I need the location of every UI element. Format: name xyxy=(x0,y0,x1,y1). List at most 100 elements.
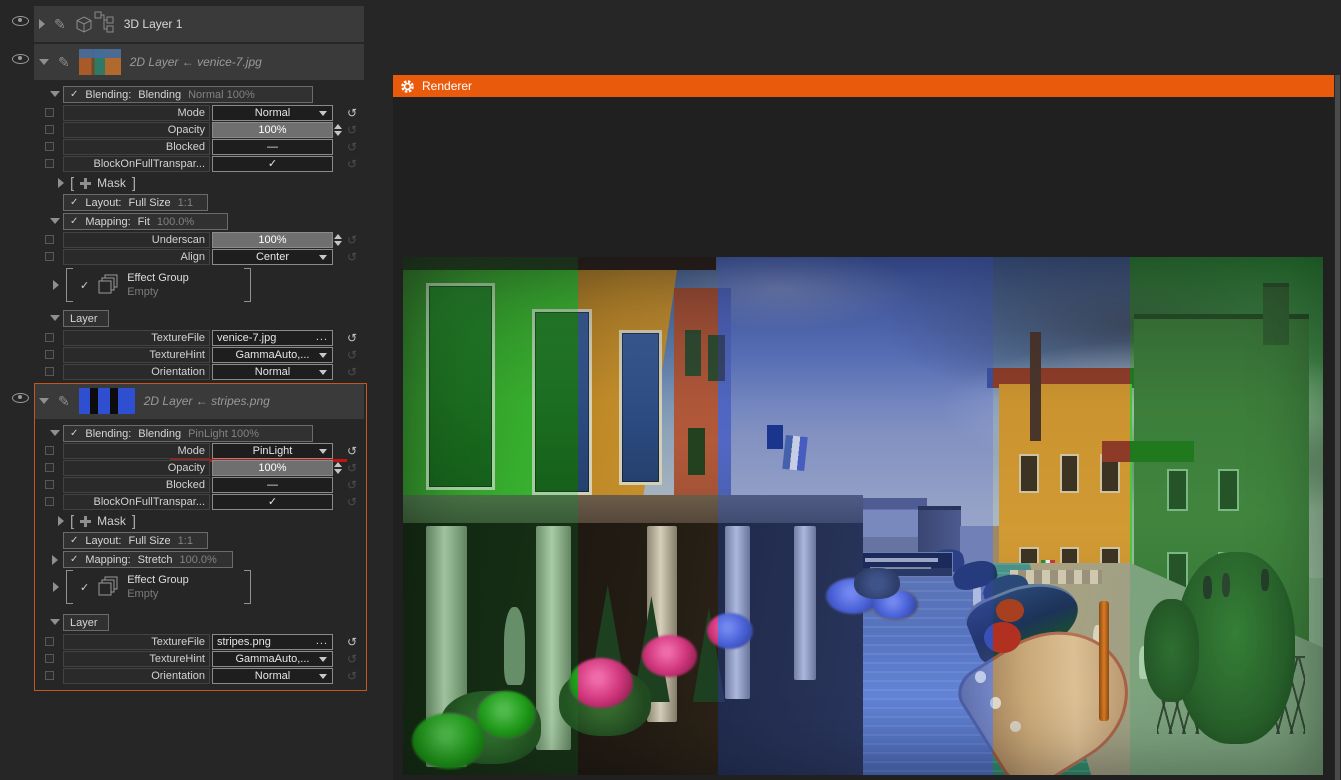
animate-checkbox[interactable] xyxy=(45,671,54,680)
underscan-slider-field[interactable]: 100% xyxy=(212,232,333,248)
chevron-down-icon xyxy=(319,674,327,679)
effect-group[interactable]: ✓ Effect Group Empty xyxy=(53,268,251,302)
collapse-down-icon[interactable] xyxy=(50,218,60,224)
visibility-eye-icon[interactable] xyxy=(12,13,29,27)
visibility-eye-icon[interactable] xyxy=(12,390,29,404)
browse-button[interactable]: ... xyxy=(316,635,328,648)
texturefile-field[interactable]: stripes.png... xyxy=(212,634,333,650)
value-stepper[interactable] xyxy=(334,124,342,136)
blocked-field[interactable]: — xyxy=(212,139,333,155)
renderer-header[interactable]: Renderer xyxy=(393,75,1334,97)
edit-pencil-icon[interactable]: ✎ xyxy=(58,394,70,408)
group-label: Layout: xyxy=(85,535,121,547)
texturefile-field[interactable]: venice-7.jpg... xyxy=(212,330,333,346)
blocked-field[interactable]: — xyxy=(212,477,333,493)
reset-button[interactable]: ↺ xyxy=(347,494,357,510)
animate-checkbox[interactable] xyxy=(45,446,54,455)
animate-checkbox[interactable] xyxy=(45,333,54,342)
texturehint-dropdown[interactable]: GammaAuto,... xyxy=(212,651,333,667)
collapse-right-icon[interactable] xyxy=(58,516,64,526)
collapse-right-icon[interactable] xyxy=(58,178,64,188)
value-stepper[interactable] xyxy=(334,462,342,474)
layer-row-stripes[interactable]: ✎ 2D Layer ← stripes.png xyxy=(34,383,364,419)
checkbox-field[interactable]: ✓ xyxy=(212,156,333,172)
reset-button[interactable]: ↺ xyxy=(347,477,357,493)
animate-checkbox[interactable] xyxy=(45,654,54,663)
layer-section-header[interactable]: Layer xyxy=(63,614,109,631)
animate-checkbox[interactable] xyxy=(45,108,54,117)
animate-checkbox[interactable] xyxy=(45,367,54,376)
blending-group-header[interactable]: ✓ Blending: Blending Normal 100% xyxy=(63,86,313,103)
collapse-right-icon[interactable] xyxy=(52,555,58,565)
reset-button[interactable]: ↺ xyxy=(347,460,357,476)
reset-button[interactable]: ↺ xyxy=(347,139,357,155)
bracket-right: ] xyxy=(132,177,136,190)
reset-button[interactable]: ↺ xyxy=(347,668,357,684)
reset-button[interactable]: ↺ xyxy=(347,122,357,138)
layout-group-header[interactable]: ✓ Layout: Full Size 1:1 xyxy=(63,194,208,211)
opacity-slider-field[interactable]: 100% xyxy=(212,122,333,138)
mask-row[interactable]: [ Mask ] xyxy=(58,176,136,190)
add-mask-plus-icon[interactable] xyxy=(80,516,91,527)
collapse-down-icon[interactable] xyxy=(50,91,60,97)
reset-button[interactable]: ↺ xyxy=(347,330,357,346)
layer-row-venice[interactable]: ✎ 2D Layer ← venice-7.jpg xyxy=(34,44,364,80)
reset-button[interactable]: ↺ xyxy=(347,651,357,667)
bracket-left: [ xyxy=(70,515,74,528)
edit-pencil-icon[interactable]: ✎ xyxy=(58,55,70,69)
collapse-down-icon[interactable] xyxy=(50,315,60,321)
orientation-dropdown[interactable]: Normal xyxy=(212,364,333,380)
renderer-scrollbar[interactable] xyxy=(1335,75,1340,780)
mode-dropdown[interactable]: Normal xyxy=(212,105,333,121)
animate-checkbox[interactable] xyxy=(45,350,54,359)
reset-button[interactable]: ↺ xyxy=(347,232,357,248)
render-viewport[interactable] xyxy=(403,257,1323,775)
animate-checkbox[interactable] xyxy=(45,637,54,646)
add-mask-plus-icon[interactable] xyxy=(80,178,91,189)
animate-checkbox[interactable] xyxy=(45,125,54,134)
blending-group-header[interactable]: ✓ Blending: Blending PinLight 100% xyxy=(63,425,313,442)
texturehint-dropdown[interactable]: GammaAuto,... xyxy=(212,347,333,363)
checkbox-field[interactable]: ✓ xyxy=(212,494,333,510)
orientation-dropdown[interactable]: Normal xyxy=(212,668,333,684)
collapse-down-icon[interactable] xyxy=(39,59,49,65)
collapse-down-icon[interactable] xyxy=(39,398,49,404)
reset-button[interactable]: ↺ xyxy=(347,249,357,265)
property-label: Mode xyxy=(63,443,210,459)
effect-group[interactable]: ✓ Effect Group Empty xyxy=(53,570,251,604)
animate-checkbox[interactable] xyxy=(45,159,54,168)
collapse-right-icon[interactable] xyxy=(53,582,59,592)
reset-button[interactable]: ↺ xyxy=(347,364,357,380)
align-dropdown[interactable]: Center xyxy=(212,249,333,265)
browse-button[interactable]: ... xyxy=(316,331,328,344)
reset-button[interactable]: ↺ xyxy=(347,634,357,650)
animate-checkbox[interactable] xyxy=(45,235,54,244)
value-stepper[interactable] xyxy=(334,234,342,246)
mode-dropdown[interactable]: PinLight xyxy=(212,443,333,459)
mapping-group-header[interactable]: ✓ Mapping: Fit 100.0% xyxy=(63,213,228,230)
animate-checkbox[interactable] xyxy=(45,252,54,261)
layer-section-header[interactable]: Layer xyxy=(63,310,109,327)
collapse-down-icon[interactable] xyxy=(50,430,60,436)
opacity-slider-field[interactable]: 100% xyxy=(212,460,333,476)
mapping-group-header[interactable]: ✓ Mapping: Stretch 100.0% xyxy=(63,551,233,568)
edit-pencil-icon[interactable]: ✎ xyxy=(54,17,66,31)
collapse-right-icon[interactable] xyxy=(53,280,59,290)
animate-checkbox[interactable] xyxy=(45,142,54,151)
reset-button[interactable]: ↺ xyxy=(347,105,357,121)
group-summary: 1:1 xyxy=(178,535,193,547)
animate-checkbox[interactable] xyxy=(45,480,54,489)
collapse-down-icon[interactable] xyxy=(50,619,60,625)
reset-button[interactable]: ↺ xyxy=(347,443,357,459)
mask-row[interactable]: [ Mask ] xyxy=(58,514,136,528)
visibility-eye-icon[interactable] xyxy=(12,51,29,65)
reset-button[interactable]: ↺ xyxy=(347,347,357,363)
layer-row-3d[interactable]: ✎ 3D Layer 1 xyxy=(34,6,364,42)
animate-checkbox[interactable] xyxy=(45,463,54,472)
animate-checkbox[interactable] xyxy=(45,497,54,506)
collapse-right-icon[interactable] xyxy=(39,19,45,29)
layout-group-header[interactable]: ✓ Layout: Full Size 1:1 xyxy=(63,532,208,549)
chevron-down-icon xyxy=(319,353,327,358)
reset-button[interactable]: ↺ xyxy=(347,156,357,172)
property-row-blocked: Blocked — ↺ xyxy=(0,139,375,156)
